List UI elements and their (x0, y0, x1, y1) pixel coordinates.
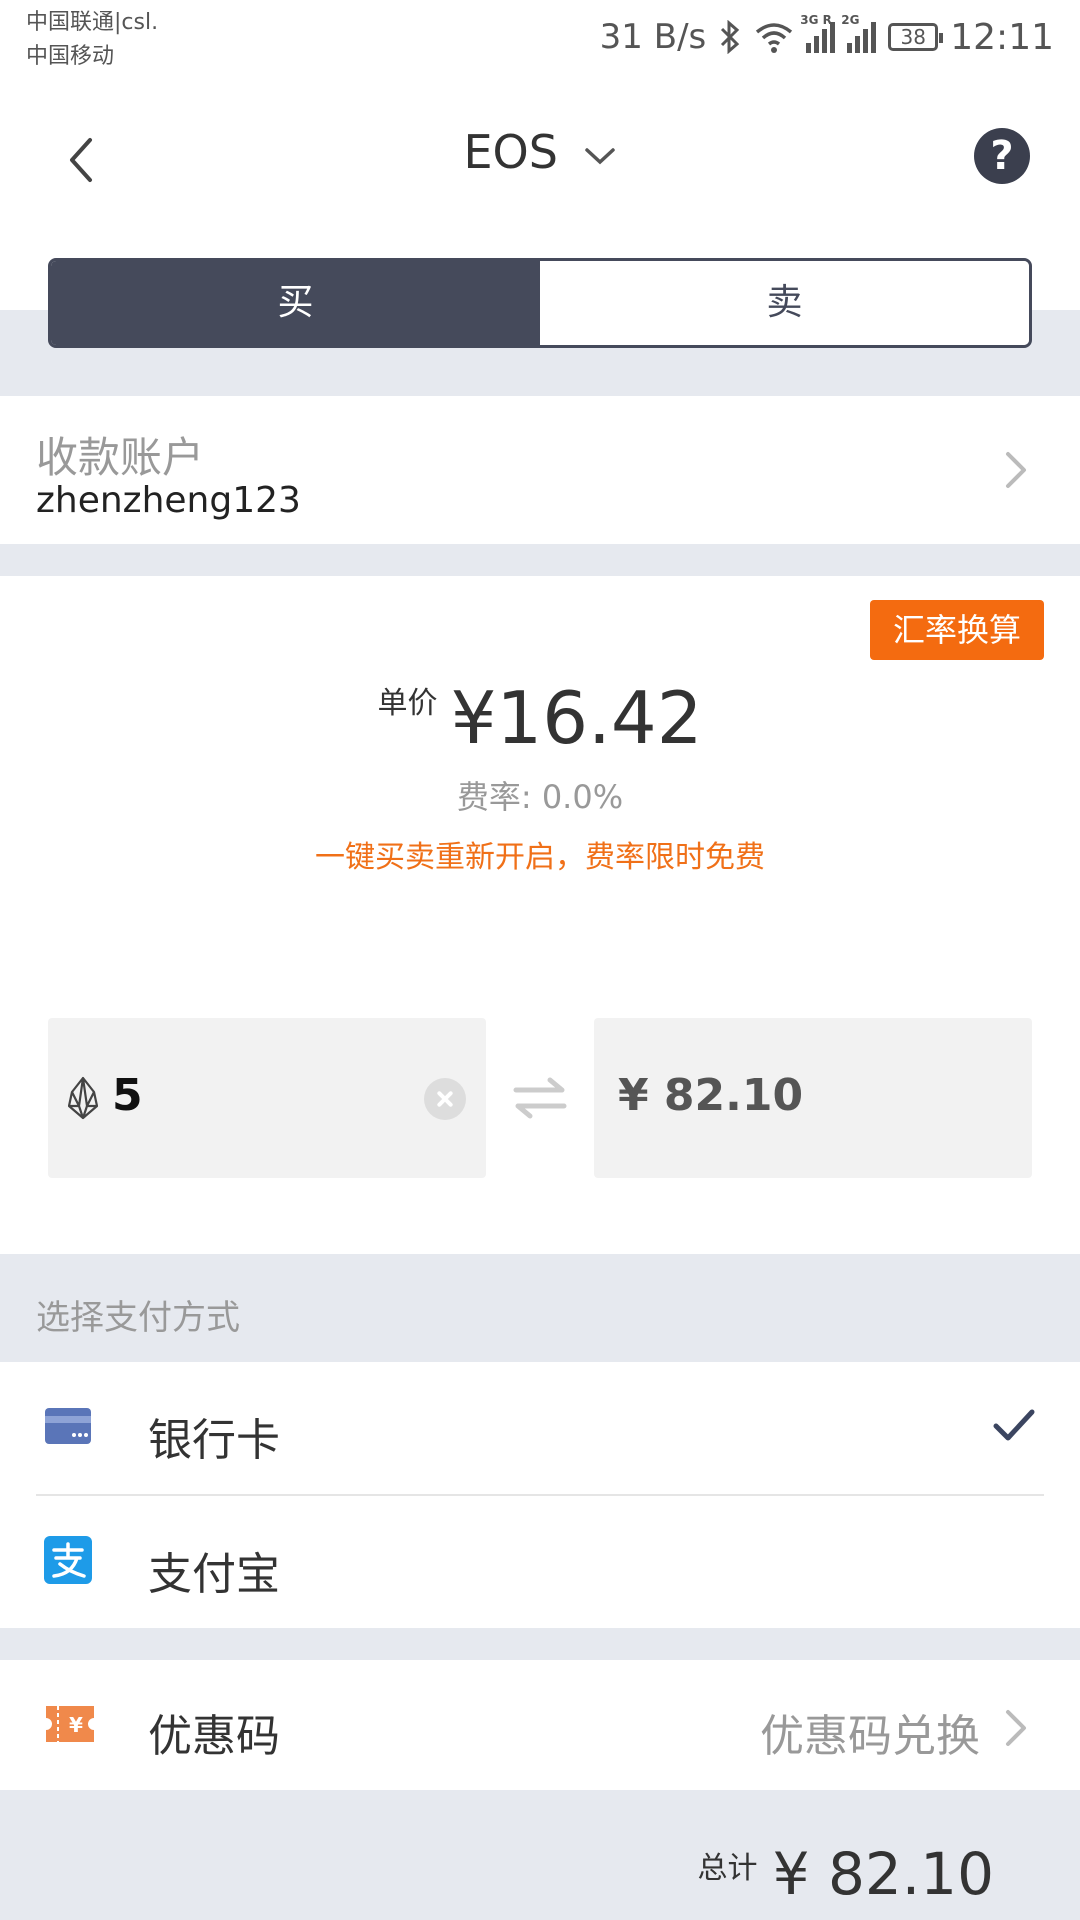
receiving-account-row[interactable]: 收款账户 zhenzheng123 (0, 396, 1080, 544)
unit-price: 单价 ¥16.42 (0, 676, 1080, 760)
page-title: EOS (463, 125, 558, 179)
wifi-icon (756, 23, 793, 53)
cny-amount-field[interactable]: ¥ 82.10 (594, 1018, 1032, 1178)
swap-icon (513, 1077, 567, 1119)
eos-amount-field[interactable]: 5 (48, 1018, 486, 1178)
chevron-down-icon (584, 147, 615, 164)
total-label: 总计 (697, 1851, 758, 1886)
payment-option-bank-card[interactable]: 银行卡 (0, 1362, 1080, 1494)
account-label: 收款账户 (36, 433, 205, 482)
account-value: zhenzheng123 (36, 480, 301, 521)
coupon-icon: ¥ (46, 1706, 94, 1742)
carrier-2: 中国移动 (26, 44, 115, 69)
header: EOS ? 买 卖 (0, 80, 1080, 348)
status-indicators: 31 B/s 3G R 2G 38 12:11 (600, 12, 1054, 62)
buy-sell-toggle: 买 卖 (48, 258, 1032, 348)
fee-rate: 费率: 0.0% (456, 778, 624, 816)
clear-icon[interactable] (424, 1078, 466, 1120)
checkmark-icon (993, 1409, 1035, 1441)
payment-option-label: 支付宝 (148, 1549, 280, 1600)
bluetooth-icon (721, 20, 740, 54)
coupon-redeem-link[interactable]: 优惠码兑换 (760, 1700, 980, 1764)
net-speed: 31 B/s (599, 17, 707, 57)
alipay-icon (44, 1536, 92, 1584)
unit-price-value: ¥16.42 (450, 676, 703, 760)
carrier-info: 中国联通|csl. 中国移动 (26, 6, 158, 74)
battery-icon: 38 (888, 23, 944, 51)
price-card: 汇率换算 单价 ¥16.42 费率: 0.0% 一键买卖重新开启，费率限时免费 … (0, 576, 1080, 1254)
signal-tag-1: 3G R (800, 13, 832, 27)
rate-convert-button[interactable]: 汇率换算 (870, 600, 1044, 660)
signal-icon-1: 3G R (800, 13, 836, 53)
eos-amount-input[interactable]: 5 (112, 1070, 143, 1121)
total: 总计 ¥ 82.10 (698, 1840, 994, 1908)
coupon-label: 优惠码 (148, 1711, 280, 1762)
buy-tab[interactable]: 买 (51, 261, 540, 345)
signal-icon-2: 2G (841, 13, 877, 53)
coupon-row[interactable]: ¥ 优惠码 优惠码兑换 (0, 1660, 1080, 1790)
eos-icon (68, 1076, 98, 1120)
clock: 12:11 (950, 16, 1054, 58)
status-bar: 中国联通|csl. 中国移动 31 B/s 3G R 2G 38 12:11 (0, 0, 1080, 80)
svg-text:¥: ¥ (69, 1713, 83, 1737)
chevron-right-icon (1006, 1710, 1026, 1746)
unit-price-label: 单价 (377, 686, 438, 721)
signal-tag-2: 2G (841, 13, 860, 27)
cny-amount-value: ¥ 82.10 (618, 1070, 804, 1121)
carrier-1: 中国联通|csl. (26, 10, 159, 35)
payment-option-label: 银行卡 (148, 1415, 280, 1466)
payment-method-list: 银行卡 支付宝 (0, 1362, 1080, 1628)
payment-method-heading: 选择支付方式 (36, 1298, 240, 1338)
total-value: ¥ 82.10 (772, 1840, 994, 1908)
promo-text: 一键买卖重新开启，费率限时免费 (315, 840, 765, 875)
chevron-right-icon (1006, 452, 1026, 488)
coin-selector[interactable]: EOS (0, 125, 1080, 179)
sell-tab[interactable]: 卖 (540, 261, 1029, 345)
payment-option-alipay[interactable]: 支付宝 (0, 1496, 1080, 1628)
help-button[interactable]: ? (974, 128, 1030, 184)
bank-card-icon (45, 1408, 91, 1444)
